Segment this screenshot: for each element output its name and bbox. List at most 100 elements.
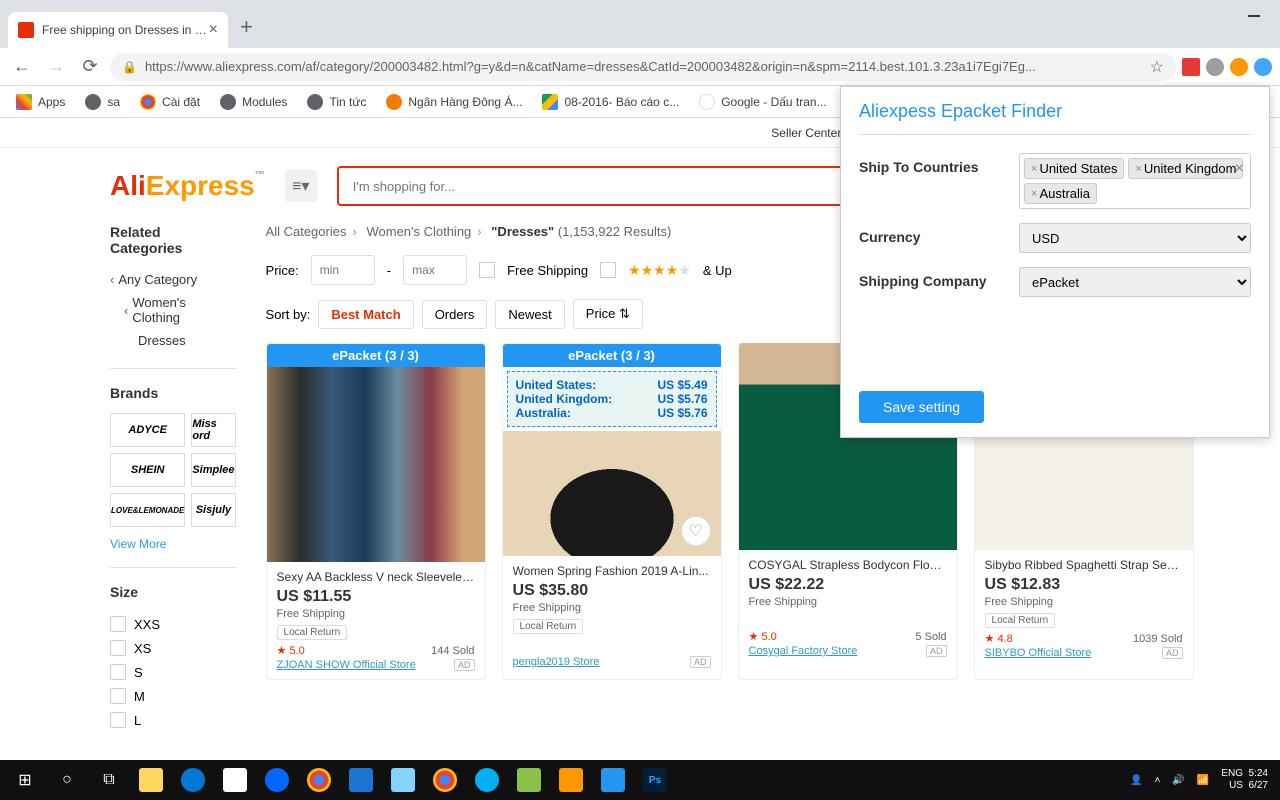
browser-tab[interactable]: Free shipping on Dresses in Wo... ×	[8, 12, 228, 48]
url-field[interactable]: 🔒 https://www.aliexpress.com/af/category…	[110, 53, 1176, 81]
start-button[interactable]: ⊞	[4, 760, 46, 800]
app-icon[interactable]	[592, 760, 634, 800]
chrome2-icon[interactable]	[424, 760, 466, 800]
reload-button[interactable]: ⟳	[76, 56, 104, 77]
country-tag[interactable]: ×United States	[1024, 158, 1124, 179]
store-link[interactable]: SIBYBO Official Store	[985, 647, 1092, 659]
wishlist-heart-icon[interactable]: ♡	[681, 516, 711, 546]
store-link[interactable]: pengla2019 Store	[513, 656, 600, 668]
chrome-taskbar-icon[interactable]	[298, 760, 340, 800]
product-image[interactable]: ♡	[503, 431, 721, 556]
new-tab-button[interactable]: +	[240, 14, 253, 40]
brand-lovelemonade[interactable]: LOVE&LEMONADE	[110, 493, 185, 527]
bookmark-baocao[interactable]: 08-2016- Báo cáo c...	[534, 90, 687, 114]
brand-adyce[interactable]: ADYCE	[110, 413, 185, 447]
brand-simplee[interactable]: Simplee	[191, 453, 235, 487]
size-s[interactable]: S	[110, 660, 236, 684]
aliexpress-logo[interactable]: AliExpress™	[110, 170, 265, 202]
tray-people-icon[interactable]: 👤	[1130, 775, 1142, 786]
save-setting-button[interactable]: Save setting	[859, 391, 984, 423]
product-rating: ★ 4.8	[985, 632, 1013, 645]
edge-icon[interactable]	[172, 760, 214, 800]
remove-tag-icon[interactable]: ×	[1135, 163, 1141, 175]
product-card[interactable]: ePacket (3 / 3) United States:US $5.49 U…	[502, 343, 722, 680]
forward-button[interactable]: →	[42, 56, 70, 77]
checkbox[interactable]	[110, 640, 126, 656]
shipping-select[interactable]: ePacket	[1019, 267, 1251, 297]
checkbox[interactable]	[110, 688, 126, 704]
checkbox[interactable]	[110, 664, 126, 680]
any-category-link[interactable]: ‹Any Category	[110, 268, 236, 291]
categories-button[interactable]: ≡▾	[285, 170, 317, 202]
breadcrumb-womens[interactable]: Women's Clothing	[366, 224, 471, 239]
back-button[interactable]: ←	[8, 56, 36, 77]
store-icon[interactable]	[214, 760, 256, 800]
sublime-icon[interactable]	[550, 760, 592, 800]
sort-newest[interactable]: Newest	[495, 300, 564, 329]
brand-missord[interactable]: Miss ord	[191, 413, 235, 447]
notes-icon[interactable]	[382, 760, 424, 800]
product-card[interactable]: ePacket (3 / 3) Sexy AA Backless V neck …	[266, 343, 486, 680]
breadcrumb-current: "Dresses"	[491, 224, 554, 239]
zalo-icon[interactable]	[256, 760, 298, 800]
extension-icon-3[interactable]	[1230, 58, 1248, 76]
skype-icon[interactable]	[466, 760, 508, 800]
bookmark-nganhang[interactable]: Ngân Hàng Đông Á...	[378, 90, 530, 114]
cortana-icon[interactable]: ○	[46, 760, 88, 800]
bookmark-modules[interactable]: Modules	[212, 90, 295, 114]
size-m[interactable]: M	[110, 684, 236, 708]
remove-tag-icon[interactable]: ×	[1031, 163, 1037, 175]
size-xs[interactable]: XS	[110, 636, 236, 660]
wifi-app-icon[interactable]	[340, 760, 382, 800]
sort-best-match[interactable]: Best Match	[318, 300, 413, 329]
bookmark-sa[interactable]: sa	[77, 90, 128, 114]
tray-clock[interactable]: ENG 5:24 US 6/27	[1221, 768, 1268, 792]
tray-volume-icon[interactable]: 🔊	[1172, 775, 1184, 786]
rating-checkbox[interactable]	[600, 262, 616, 278]
price-max-input[interactable]	[403, 255, 467, 285]
free-shipping-checkbox[interactable]	[479, 262, 495, 278]
product-sold: 5 Sold	[915, 631, 946, 643]
store-link[interactable]: ZJOAN SHOW Official Store	[277, 659, 416, 671]
bookmark-tintuc[interactable]: Tin tức	[299, 90, 374, 114]
globe-icon	[307, 94, 323, 110]
photoshop-icon[interactable]: Ps	[634, 760, 676, 800]
product-title: Women Spring Fashion 2019 A-Lin...	[513, 564, 711, 578]
breadcrumb-all[interactable]: All Categories	[266, 224, 347, 239]
womens-clothing-link[interactable]: ‹Women's Clothing	[110, 291, 236, 329]
tray-wifi-icon[interactable]: 📶	[1197, 775, 1209, 786]
extension-icon-2[interactable]	[1206, 58, 1224, 76]
bookmark-google[interactable]: Google - Dấu tran...	[691, 90, 834, 114]
notepad-icon[interactable]	[508, 760, 550, 800]
extension-icon-1[interactable]	[1182, 58, 1200, 76]
remove-tag-icon[interactable]: ×	[1031, 188, 1037, 200]
view-more-brands[interactable]: View More	[110, 537, 236, 551]
seller-center-link[interactable]: Seller Center▾	[771, 126, 848, 140]
checkbox[interactable]	[110, 616, 126, 632]
bookmark-star-icon[interactable]: ☆	[1150, 57, 1164, 77]
close-tab-icon[interactable]: ×	[209, 21, 218, 39]
window-minimize-icon[interactable]	[1248, 15, 1260, 17]
country-tag[interactable]: ×Australia	[1024, 183, 1097, 204]
checkbox[interactable]	[110, 712, 126, 728]
file-explorer-icon[interactable]	[130, 760, 172, 800]
dresses-link[interactable]: Dresses	[110, 329, 236, 352]
sort-price[interactable]: Price ⇅	[573, 299, 643, 329]
sort-orders[interactable]: Orders	[422, 300, 488, 329]
brand-shein[interactable]: SHEIN	[110, 453, 185, 487]
store-link[interactable]: Cosygal Factory Store	[749, 645, 858, 657]
country-tag[interactable]: ×United Kingdom	[1128, 158, 1243, 179]
size-xxs[interactable]: XXS	[110, 612, 236, 636]
product-image[interactable]	[267, 367, 485, 562]
brand-sisjuly[interactable]: Sisjuly	[191, 493, 235, 527]
countries-input[interactable]: ×United States × ×United Kingdom ×Austra…	[1019, 153, 1251, 209]
tray-up-icon[interactable]: ˄	[1155, 775, 1161, 786]
extension-icon-4[interactable]	[1254, 58, 1272, 76]
price-min-input[interactable]	[311, 255, 375, 285]
bookmark-caidat[interactable]: Cài đặt	[132, 90, 208, 114]
task-view-icon[interactable]: ⧉	[88, 760, 130, 800]
bookmark-apps[interactable]: Apps	[8, 90, 73, 114]
currency-select[interactable]: USD	[1019, 223, 1251, 253]
size-l[interactable]: L	[110, 708, 236, 732]
clear-all-icon[interactable]: ×	[1235, 160, 1244, 178]
